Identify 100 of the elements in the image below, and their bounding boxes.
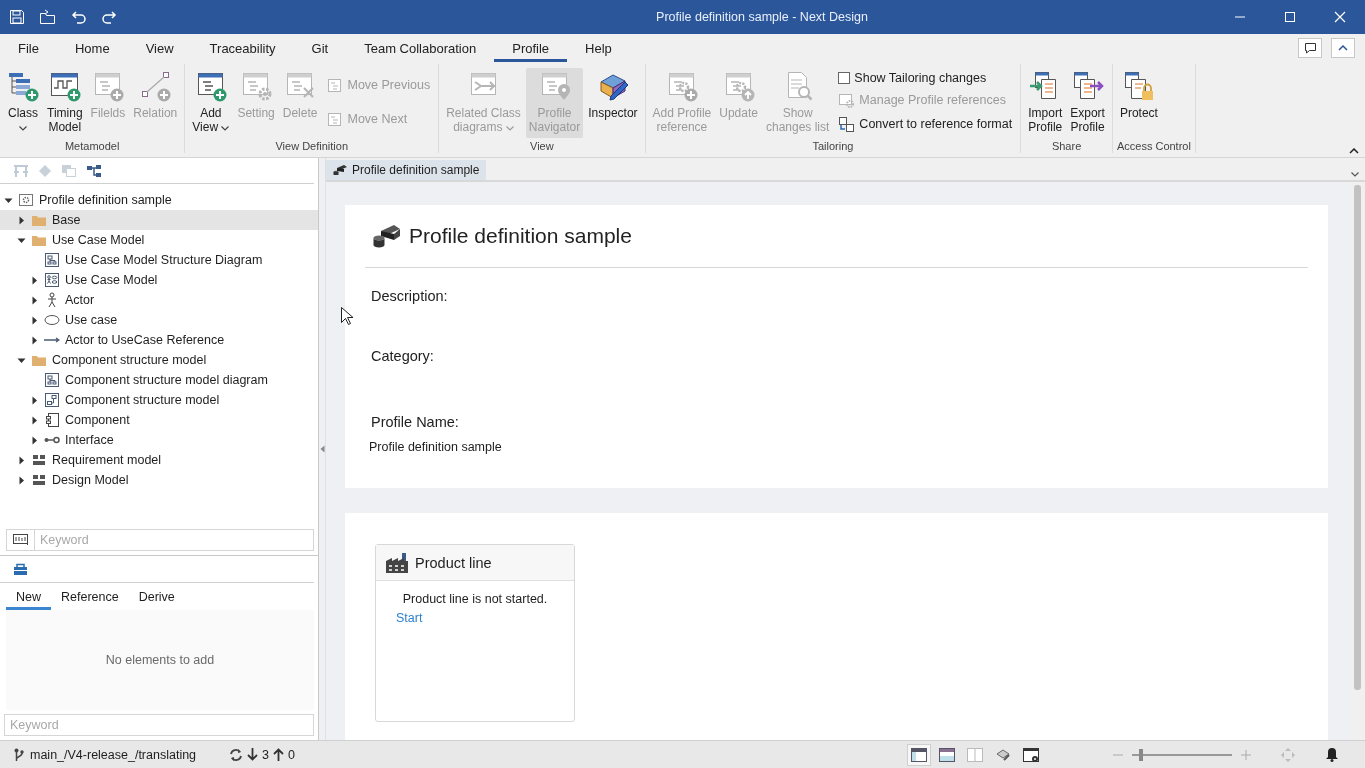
bell-icon[interactable] [1325, 747, 1339, 762]
profile-icon [373, 224, 401, 248]
view-button[interactable] [907, 743, 931, 766]
outgoing-count: 0 [287, 747, 295, 762]
tree-item[interactable]: Use Case Model [0, 270, 318, 290]
menu-tab[interactable]: Help [567, 34, 630, 62]
status-message: Product line is not started. [402, 592, 548, 606]
tree-item[interactable]: Component structure model [0, 350, 318, 370]
tree-item[interactable]: Base [0, 210, 318, 230]
incoming-count: 3 [262, 747, 269, 762]
ribbon-button[interactable]: Timing Model [44, 68, 86, 138]
tree-item[interactable]: Profile definition sample [0, 190, 318, 210]
menu-tab[interactable]: Team Collaboration [346, 34, 495, 62]
tree-item[interactable]: Use case [0, 310, 318, 330]
comment-icon [1303, 42, 1317, 54]
expand-arrow-icon[interactable] [30, 395, 39, 405]
expand-arrow-icon[interactable] [17, 455, 26, 465]
group-label: Metamodel [63, 139, 121, 153]
slider-thumb[interactable] [1139, 748, 1143, 761]
toolbox-icon [13, 562, 28, 576]
field-label: Category: [370, 348, 435, 364]
document-tab[interactable]: Profile definition sample [326, 160, 487, 180]
timing-window-plus-icon [48, 70, 81, 102]
redo-icon[interactable] [101, 9, 117, 25]
window-list-icon [326, 76, 344, 94]
text-filter-icon [12, 534, 29, 546]
sync-icon[interactable] [229, 747, 243, 762]
bottom-pane-layout-icon [939, 747, 955, 762]
menu-tab[interactable]: Home [56, 34, 128, 62]
toolbox-tab[interactable]: Derive [128, 586, 185, 610]
tree-item[interactable]: Component structure model diagram [0, 370, 318, 390]
field-value: Profile definition sample [368, 440, 503, 454]
tree-item[interactable]: Requirement model [0, 450, 318, 470]
tree-item[interactable]: Use Case Model Structure Diagram [0, 250, 318, 270]
relation-line-plus-icon [139, 70, 172, 102]
field-label: Description: [370, 288, 449, 304]
window-gear-icon [1023, 747, 1039, 762]
group-label: View [529, 139, 555, 153]
expand-arrow-icon[interactable] [30, 435, 39, 445]
tree-item[interactable]: Actor to UseCase Reference [0, 330, 318, 350]
menu-tab[interactable]: File [0, 34, 57, 62]
branch-name[interactable]: main_/V4-release_/translating [30, 747, 197, 762]
tree-item[interactable]: Interface [0, 430, 318, 450]
expand-arrow-icon[interactable] [30, 315, 39, 325]
undo-icon[interactable] [71, 9, 87, 25]
scrollbar[interactable] [1350, 182, 1365, 740]
branch-icon [14, 747, 24, 762]
save-icon[interactable] [9, 9, 25, 25]
expand-arrow-icon[interactable] [30, 415, 39, 425]
ribbon-button[interactable]: Add View [189, 68, 233, 138]
package-icon [31, 472, 47, 488]
ribbon-button[interactable]: Export Profile [1067, 68, 1108, 138]
toolbox-tab[interactable]: Reference [51, 586, 129, 610]
group-label: View Definition [274, 139, 349, 153]
expand-arrow-icon[interactable] [17, 475, 26, 485]
tree-item[interactable]: Design Model [0, 470, 318, 490]
ribbon-button[interactable]: Class [4, 68, 42, 138]
ellipse-icon [44, 312, 60, 328]
diagram-icon [44, 252, 60, 268]
usecase-model-icon [44, 272, 60, 288]
comment-button[interactable] [1298, 38, 1322, 58]
collapse-icon[interactable] [1349, 148, 1359, 154]
expand-arrow-icon[interactable] [30, 295, 39, 305]
tree-item[interactable]: Use Case Model [0, 230, 318, 250]
close-icon[interactable] [1334, 11, 1346, 23]
window-list-icon [326, 110, 344, 128]
tree-item[interactable]: Component structure model [0, 390, 318, 410]
search-field[interactable]: Keyword [34, 529, 314, 551]
checkbox[interactable]: Show Tailoring changes [838, 71, 1013, 86]
arrow-up-icon [272, 748, 284, 761]
open-folder-icon[interactable] [39, 9, 57, 25]
expand-arrow-icon[interactable] [17, 215, 26, 225]
menu-tab[interactable]: Traceability [191, 34, 294, 62]
menu-tab[interactable]: View [127, 34, 192, 62]
expand-arrow-icon[interactable] [30, 275, 39, 285]
package-icon [31, 452, 47, 468]
ribbon-button[interactable]: Convert to reference format [838, 115, 1013, 133]
arrow-down-icon [247, 748, 258, 761]
tree-item[interactable]: Actor [0, 290, 318, 310]
documents-arrow-out-icon [1071, 70, 1104, 102]
tree-item[interactable]: Component [0, 410, 318, 430]
collapse-ribbon-button[interactable] [1331, 38, 1355, 58]
convert-windows-icon [838, 115, 856, 133]
split-layout-icon [967, 747, 983, 762]
ribbon-button[interactable]: Inspector [585, 68, 641, 138]
profile-icon [333, 164, 347, 176]
field-label: Profile Name: [370, 414, 460, 430]
card-title: Product line [415, 554, 492, 571]
ribbon-button[interactable]: Protect [1116, 68, 1161, 138]
search-field[interactable]: Keyword [4, 714, 314, 736]
diagram-icon [44, 372, 60, 388]
expand-arrow-icon[interactable] [30, 335, 39, 345]
menu-tab[interactable]: Git [293, 34, 347, 62]
maximize-icon[interactable] [1284, 11, 1296, 23]
ribbon-button[interactable]: Import Profile [1025, 68, 1066, 138]
start-link[interactable]: Start [396, 611, 423, 625]
tree-nodes-icon[interactable] [86, 163, 102, 178]
empty-message: No elements to add [105, 653, 215, 667]
window-title: Profile definition sample - Next Design [655, 10, 869, 24]
window-gear-icon [240, 70, 273, 102]
